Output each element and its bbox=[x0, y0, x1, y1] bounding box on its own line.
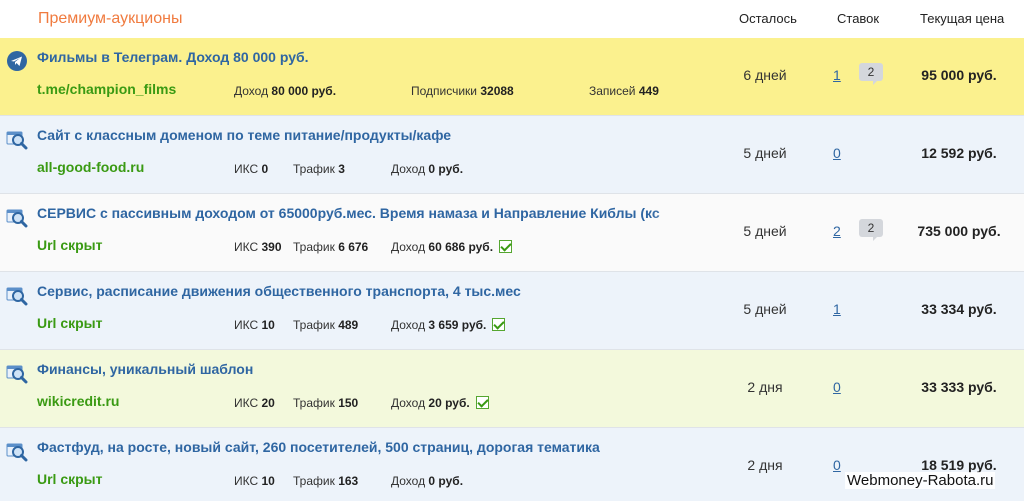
site-search-icon bbox=[6, 206, 28, 228]
auction-url-link[interactable]: t.me/champion_films bbox=[37, 81, 176, 97]
income-stat: Доход 0 руб. bbox=[391, 162, 464, 176]
current-price: 735 000 руб. bbox=[917, 223, 1001, 239]
column-current-price[interactable]: Текущая цена bbox=[920, 11, 1004, 26]
time-left: 5 дней bbox=[743, 223, 787, 239]
verified-check-icon bbox=[499, 240, 513, 253]
site-search-icon bbox=[6, 284, 28, 306]
current-price: 33 334 руб. bbox=[921, 301, 997, 317]
time-left: 2 дня bbox=[747, 379, 783, 395]
section-title: Премиум-аукционы bbox=[38, 10, 183, 27]
iks-stat: ИКС 20 bbox=[234, 396, 275, 410]
current-price: 33 333 руб. bbox=[921, 379, 997, 395]
verified-check-icon bbox=[492, 318, 506, 331]
bids-count-link[interactable]: 0 bbox=[833, 379, 841, 395]
auction-url-link[interactable]: all-good-food.ru bbox=[37, 159, 144, 175]
auction-row: Фастфуд, на росте, новый сайт, 260 посет… bbox=[0, 428, 1024, 501]
income-stat: Доход 0 руб. bbox=[391, 474, 464, 488]
iks-stat: ИКС 390 bbox=[234, 240, 282, 254]
comments-bubble-icon[interactable]: 2 bbox=[859, 219, 883, 241]
auction-row: СЕРВИС с пассивным доходом от 65000руб.м… bbox=[0, 194, 1024, 272]
auction-title-link[interactable]: Фастфуд, на росте, новый сайт, 260 посет… bbox=[37, 439, 713, 455]
time-left: 5 дней bbox=[743, 145, 787, 161]
verified-check-icon bbox=[475, 396, 489, 409]
iks-stat: ИКС 10 bbox=[234, 474, 275, 488]
comments-bubble-icon[interactable]: 2 bbox=[859, 63, 883, 85]
auction-row: Фильмы в Телеграм. Доход 80 000 руб. t.m… bbox=[0, 38, 1024, 116]
column-bids[interactable]: Ставок bbox=[837, 11, 879, 26]
auction-row: Сайт с классным доменом по теме питание/… bbox=[0, 116, 1024, 194]
subscribers-stat: Подписчики 32088 bbox=[411, 84, 514, 98]
auction-title-link[interactable]: Сайт с классным доменом по теме питание/… bbox=[37, 127, 713, 143]
traffic-stat: Трафик 3 bbox=[293, 162, 345, 176]
auction-title-link[interactable]: Фильмы в Телеграм. Доход 80 000 руб. bbox=[37, 49, 713, 65]
auction-url-link[interactable]: Url скрыт bbox=[37, 471, 103, 487]
traffic-stat: Трафик 489 bbox=[293, 318, 359, 332]
auction-url-link[interactable]: Url скрыт bbox=[37, 315, 103, 331]
current-price: 12 592 руб. bbox=[921, 145, 997, 161]
current-price: 18 519 руб. bbox=[921, 457, 997, 473]
traffic-stat: Трафик 6 676 bbox=[293, 240, 369, 254]
bids-count-link[interactable]: 0 bbox=[833, 457, 841, 473]
auction-url-link[interactable]: Url скрыт bbox=[37, 237, 103, 253]
time-left: 6 дней bbox=[743, 67, 787, 83]
auction-title-link[interactable]: СЕРВИС с пассивным доходом от 65000руб.м… bbox=[37, 205, 713, 221]
auction-title-link[interactable]: Финансы, уникальный шаблон bbox=[37, 361, 713, 377]
column-time-left[interactable]: Осталось bbox=[739, 11, 797, 26]
auction-url-link[interactable]: wikicredit.ru bbox=[37, 393, 119, 409]
table-header: Премиум-аукционы Осталось Ставок Текущая… bbox=[0, 0, 1024, 38]
time-left: 2 дня bbox=[747, 457, 783, 473]
bids-count-link[interactable]: 0 bbox=[833, 145, 841, 161]
bids-count-link[interactable]: 1 bbox=[833, 301, 841, 317]
income-stat: Доход 3 659 руб. bbox=[391, 318, 506, 332]
traffic-stat: Трафик 163 bbox=[293, 474, 359, 488]
current-price: 95 000 руб. bbox=[921, 67, 997, 83]
auction-row: Финансы, уникальный шаблон wikicredit.ru… bbox=[0, 350, 1024, 428]
income-stat: Доход 20 руб. bbox=[391, 396, 489, 410]
bids-count-link[interactable]: 1 bbox=[833, 67, 841, 83]
iks-stat: ИКС 0 bbox=[234, 162, 269, 176]
bids-count-link[interactable]: 2 bbox=[833, 223, 841, 239]
site-search-icon bbox=[6, 362, 28, 384]
traffic-stat: Трафик 150 bbox=[293, 396, 359, 410]
posts-stat: Записей 449 bbox=[589, 84, 659, 98]
time-left: 5 дней bbox=[743, 301, 787, 317]
site-search-icon bbox=[6, 440, 28, 462]
site-search-icon bbox=[6, 128, 28, 150]
income-stat: Доход 80 000 руб. bbox=[234, 84, 337, 98]
telegram-icon bbox=[7, 51, 27, 71]
income-stat: Доход 60 686 руб. bbox=[391, 240, 513, 254]
auction-title-link[interactable]: Сервис, расписание движения общественног… bbox=[37, 283, 713, 299]
auction-row: Сервис, расписание движения общественног… bbox=[0, 272, 1024, 350]
watermark: Webmoney-Rabota.ru bbox=[845, 472, 996, 489]
iks-stat: ИКС 10 bbox=[234, 318, 275, 332]
